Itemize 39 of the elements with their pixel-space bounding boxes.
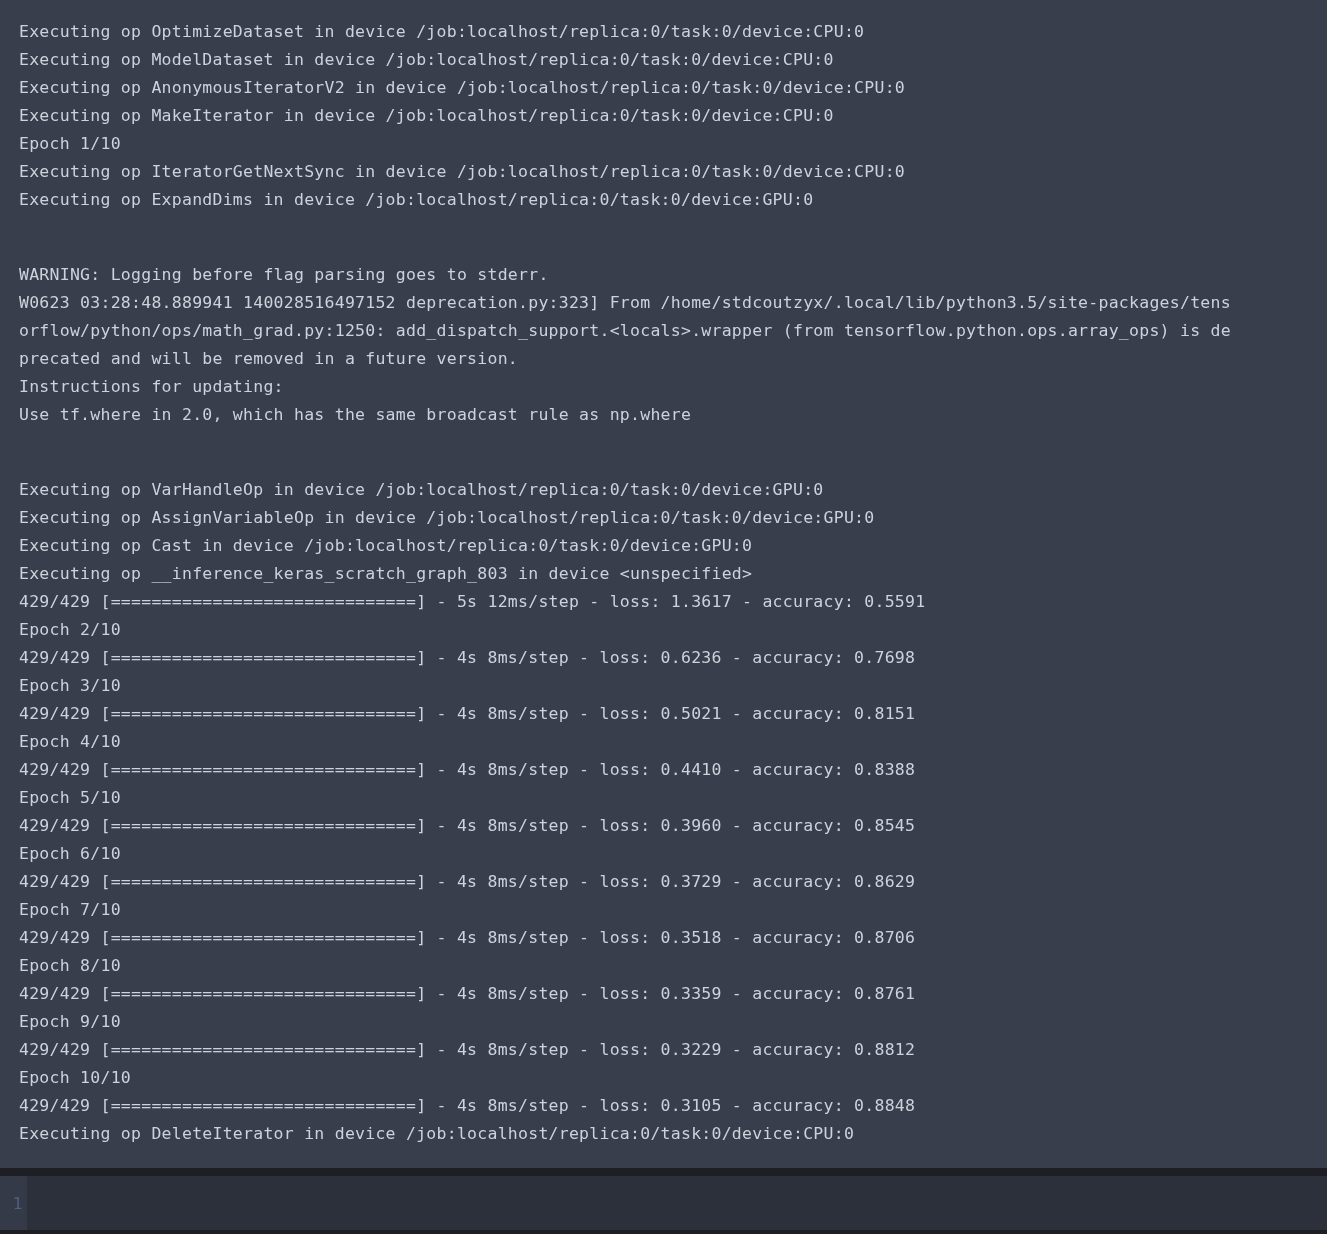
log-line: Executing op AnonymousIteratorV2 in device /job:localhost/replica:0/task:0/device:CPU:0 bbox=[19, 77, 905, 99]
log-line: 429/429 [==============================] - 4s 8ms/step - loss: 0.3518 - accuracy: 0.8706 bbox=[19, 927, 916, 949]
log-line: Executing op Cast in device /job:localhost/replica:0/task:0/device:GPU:0 bbox=[19, 535, 753, 557]
log-line: Epoch 6/10 bbox=[19, 843, 121, 865]
log-line: Executing op OptimizeDataset in device /job:localhost/replica:0/task:0/device:CPU:0 bbox=[19, 21, 865, 43]
log-line: Use tf.where in 2.0, which has the same broadcast rule as np.where bbox=[19, 404, 692, 426]
log-line: Epoch 9/10 bbox=[19, 1011, 121, 1033]
log-line: 429/429 [==============================] - 4s 8ms/step - loss: 0.3960 - accuracy: 0.8545 bbox=[19, 815, 916, 837]
line-number: 1 bbox=[12, 1193, 24, 1213]
log-line: Epoch 7/10 bbox=[19, 899, 121, 921]
log-line: 429/429 [==============================] - 4s 8ms/step - loss: 0.3105 - accuracy: 0.8848 bbox=[19, 1095, 916, 1117]
log-line: 429/429 [==============================] - 4s 8ms/step - loss: 0.3729 - accuracy: 0.8629 bbox=[19, 871, 916, 893]
log-line: Executing op ModelDataset in device /job:localhost/replica:0/task:0/device:CPU:0 bbox=[19, 49, 834, 71]
log-line: WARNING: Logging before flag parsing goes to stderr. bbox=[19, 264, 549, 286]
log-line: 429/429 [==============================] - 4s 8ms/step - loss: 0.3359 - accuracy: 0.8761 bbox=[19, 983, 916, 1005]
log-line: precated and will be removed in a future version. bbox=[19, 348, 518, 370]
log-line: Executing op __inference_keras_scratch_graph_803 in device <unspecified> bbox=[19, 563, 753, 585]
log-line: Executing op VarHandleOp in device /job:localhost/replica:0/task:0/device:GPU:0 bbox=[19, 479, 824, 501]
log-line: 429/429 [==============================] - 4s 8ms/step - loss: 0.6236 - accuracy: 0.7698 bbox=[19, 647, 916, 669]
log-line: Executing op MakeIterator in device /job:localhost/replica:0/task:0/device:CPU:0 bbox=[19, 105, 834, 127]
log-line: 429/429 [==============================] - 4s 8ms/step - loss: 0.4410 - accuracy: 0.8388 bbox=[19, 759, 916, 781]
log-line: Instructions for updating: bbox=[19, 376, 284, 398]
log-line: Epoch 8/10 bbox=[19, 955, 121, 977]
log-line: orflow/python/ops/math_grad.py:1250: add_dispatch_support.<locals>.wrapper (from tensorflow.python.ops.array_ops) is de bbox=[19, 320, 1231, 342]
log-line: Executing op ExpandDims in device /job:localhost/replica:0/task:0/device:GPU:0 bbox=[19, 189, 814, 211]
log-line: Epoch 10/10 bbox=[19, 1067, 132, 1089]
input-editor[interactable]: 1 bbox=[0, 1176, 1327, 1230]
log-line: Executing op DeleteIterator in device /job:localhost/replica:0/task:0/device:CPU:0 bbox=[19, 1123, 855, 1145]
log-line: 429/429 [==============================] - 4s 8ms/step - loss: 0.3229 - accuracy: 0.8812 bbox=[19, 1039, 916, 1061]
log-line: Executing op IteratorGetNextSync in device /job:localhost/replica:0/task:0/device:CPU:0 bbox=[19, 161, 905, 183]
log-line: Epoch 5/10 bbox=[19, 787, 121, 809]
log-line: Epoch 3/10 bbox=[19, 675, 121, 697]
log-line: W0623 03:28:48.889941 140028516497152 deprecation.py:323] From /home/stdcoutzyx/.local/lib/python3.5/site-packages/tens bbox=[19, 292, 1231, 314]
log-line: 429/429 [==============================] - 4s 8ms/step - loss: 0.5021 - accuracy: 0.8151 bbox=[19, 703, 916, 725]
log-line: Epoch 4/10 bbox=[19, 731, 121, 753]
log-line: 429/429 [==============================] - 5s 12ms/step - loss: 1.3617 - accuracy: 0.5591 bbox=[19, 591, 926, 613]
log-line: Epoch 2/10 bbox=[19, 619, 121, 641]
log-line: Epoch 1/10 bbox=[19, 133, 121, 155]
log-line: Executing op AssignVariableOp in device /job:localhost/replica:0/task:0/device:GPU:0 bbox=[19, 507, 875, 529]
